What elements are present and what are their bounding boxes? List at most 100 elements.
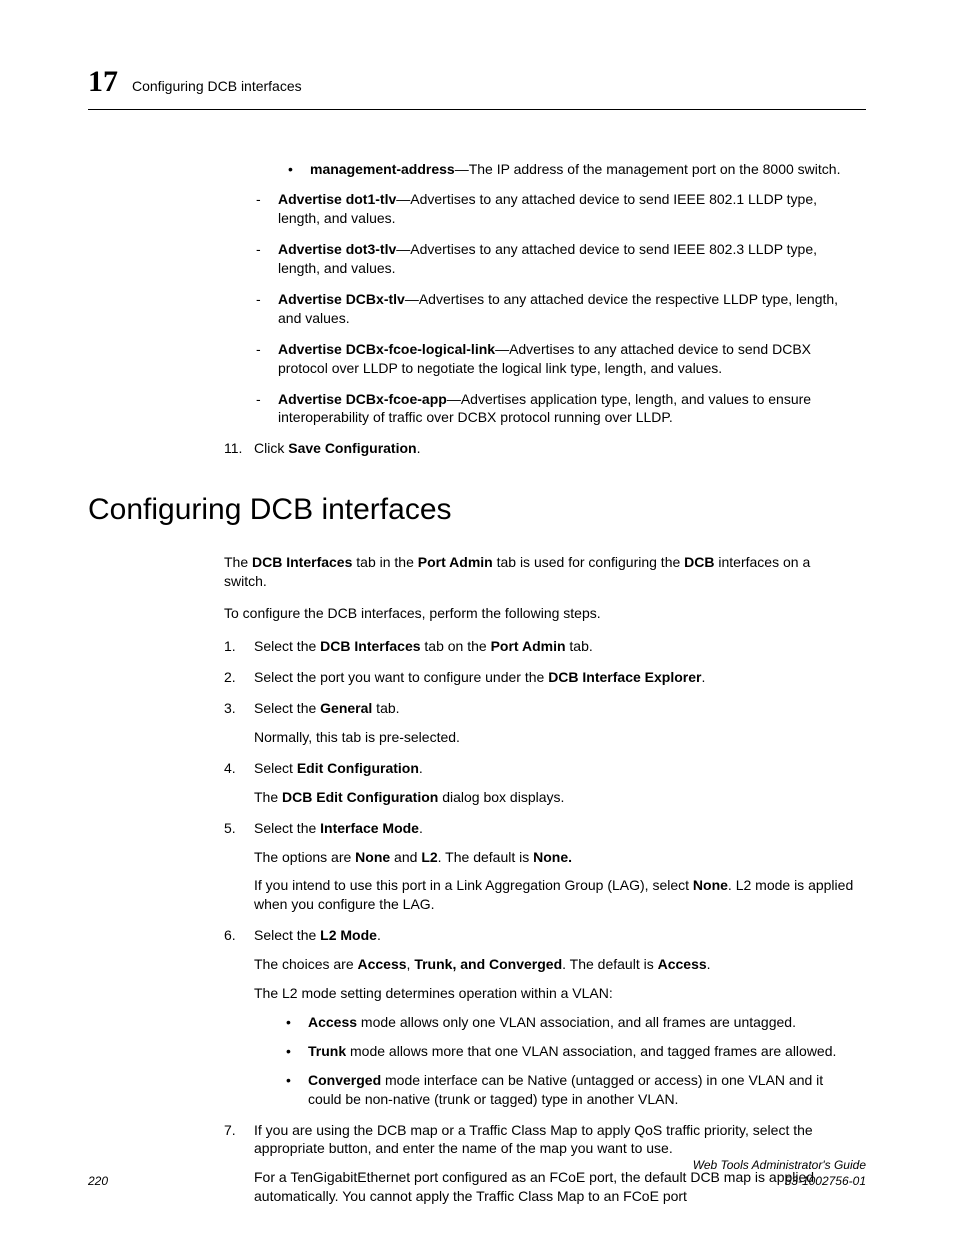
page-number: 220	[88, 1173, 108, 1189]
bold-text: Port Admin	[491, 638, 566, 654]
sub-paragraph: The options are None and L2. The default…	[254, 848, 856, 867]
text: . The default is	[562, 956, 657, 972]
sub-paragraph: The DCB Edit Configuration dialog box di…	[254, 788, 856, 807]
list-item: 6. Select the L2 Mode. The choices are A…	[224, 926, 856, 1108]
text: Select the	[254, 820, 320, 836]
text: Select the port you want to configure un…	[254, 669, 548, 685]
term: Advertise DCBx-fcoe-logical-link	[278, 341, 495, 357]
text: dialog box displays.	[438, 789, 564, 805]
intro-paragraph: To configure the DCB interfaces, perform…	[224, 604, 856, 623]
text: mode interface can be Native (untagged o…	[308, 1072, 823, 1107]
step-number: 6.	[224, 926, 236, 945]
list-item: Advertise DCBx-fcoe-app—Advertises appli…	[254, 390, 856, 428]
list-item: 1. Select the DCB Interfaces tab on the …	[224, 637, 856, 656]
step-number: 11.	[224, 439, 242, 458]
text: mode allows only one VLAN association, a…	[357, 1014, 796, 1030]
term: management-address	[310, 161, 455, 177]
list-item: 2. Select the port you want to configure…	[224, 668, 856, 687]
bold-text: Access	[358, 956, 407, 972]
list-item: 5. Select the Interface Mode. The option…	[224, 819, 856, 915]
bold-text: Trunk, and Converged	[414, 956, 562, 972]
text: If you are using the DCB map or a Traffi…	[254, 1122, 813, 1157]
text: Select the	[254, 700, 320, 716]
text: tab on the	[421, 638, 491, 654]
list-item: Advertise DCBx-tlv—Advertises to any att…	[254, 290, 856, 328]
text: The options are	[254, 849, 355, 865]
term: Advertise DCBx-tlv	[278, 291, 405, 307]
bold-text: None.	[533, 849, 572, 865]
list-item: 3. Select the General tab. Normally, thi…	[224, 699, 856, 747]
bold-text: Interface Mode	[320, 820, 419, 836]
step-number: 7.	[224, 1121, 236, 1140]
bold-text: Access	[308, 1014, 357, 1030]
step-number: 5.	[224, 819, 236, 838]
bold-text: Port Admin	[418, 554, 493, 570]
bold-text: General	[320, 700, 372, 716]
text: Select the	[254, 638, 320, 654]
section-heading: Configuring DCB interfaces	[88, 490, 866, 531]
text: mode allows more that one VLAN associati…	[346, 1043, 836, 1059]
text: .	[419, 760, 423, 776]
desc: —The IP address of the management port o…	[455, 161, 841, 177]
text: .	[419, 820, 423, 836]
guide-title: Web Tools Administrator's Guide	[693, 1157, 866, 1173]
text: .	[417, 440, 421, 456]
bold-text: DCB Interfaces	[320, 638, 420, 654]
list-item: Access mode allows only one VLAN associa…	[284, 1013, 856, 1032]
chapter-number: 17	[88, 62, 118, 103]
term: Advertise dot1-tlv	[278, 191, 396, 207]
list-item: Advertise dot3-tlv—Advertises to any att…	[254, 240, 856, 278]
text: .	[707, 956, 711, 972]
list-item: 4. Select Edit Configuration. The DCB Ed…	[224, 759, 856, 807]
sub-paragraph: The choices are Access, Trunk, and Conve…	[254, 955, 856, 974]
bold-text: Converged	[308, 1072, 381, 1088]
step-number: 4.	[224, 759, 236, 778]
bold-text: DCB	[684, 554, 714, 570]
text: .	[701, 669, 705, 685]
bold-text: Trunk	[308, 1043, 346, 1059]
page-footer: 220 Web Tools Administrator's Guide 53-1…	[88, 1157, 866, 1189]
bold-text: Access	[658, 956, 707, 972]
list-item: management-address—The IP address of the…	[286, 160, 856, 179]
bold-text: L2 Mode	[320, 927, 377, 943]
text: The choices are	[254, 956, 358, 972]
list-item: Trunk mode allows more that one VLAN ass…	[284, 1042, 856, 1061]
text: . The default is	[438, 849, 533, 865]
sub-paragraph: Normally, this tab is pre-selected.	[254, 728, 856, 747]
step-number: 3.	[224, 699, 236, 718]
intro-paragraph: The DCB Interfaces tab in the Port Admin…	[224, 553, 856, 591]
document-number: 53-1002756-01	[693, 1173, 866, 1189]
sub-paragraph: If you intend to use this port in a Link…	[254, 876, 856, 914]
bold-text: Save Configuration	[288, 440, 416, 456]
content-area: management-address—The IP address of the…	[88, 160, 866, 459]
footer-right: Web Tools Administrator's Guide 53-10027…	[693, 1157, 866, 1189]
text: If you intend to use this port in a Link…	[254, 877, 693, 893]
bold-text: DCB Interfaces	[252, 554, 352, 570]
sub-bullet-list: management-address—The IP address of the…	[224, 160, 856, 179]
text: tab is used for configuring the	[493, 554, 684, 570]
text: .	[377, 927, 381, 943]
bold-text: DCB Interface Explorer	[548, 669, 701, 685]
text: tab.	[372, 700, 399, 716]
steps-list: 1. Select the DCB Interfaces tab on the …	[224, 637, 856, 1206]
term: Advertise dot3-tlv	[278, 241, 396, 257]
text: Click	[254, 440, 288, 456]
list-item: Converged mode interface can be Native (…	[284, 1071, 856, 1109]
page-header: 17 Configuring DCB interfaces	[88, 62, 866, 110]
sub-paragraph: The L2 mode setting determines operation…	[254, 984, 856, 1003]
text: The	[254, 789, 282, 805]
term: Advertise DCBx-fcoe-app	[278, 391, 447, 407]
text: The	[224, 554, 252, 570]
text: tab in the	[352, 554, 417, 570]
list-item: Advertise dot1-tlv—Advertises to any att…	[254, 190, 856, 228]
bold-text: None	[355, 849, 390, 865]
step-11: 11. Click Save Configuration.	[224, 439, 856, 458]
bullet-list: Access mode allows only one VLAN associa…	[254, 1013, 856, 1109]
dash-list: Advertise dot1-tlv—Advertises to any att…	[224, 190, 856, 427]
bold-text: DCB Edit Configuration	[282, 789, 438, 805]
list-item: 11. Click Save Configuration.	[224, 439, 856, 458]
chapter-title: Configuring DCB interfaces	[132, 77, 302, 96]
step-number: 2.	[224, 668, 236, 687]
bold-text: None	[693, 877, 728, 893]
text: tab.	[566, 638, 593, 654]
